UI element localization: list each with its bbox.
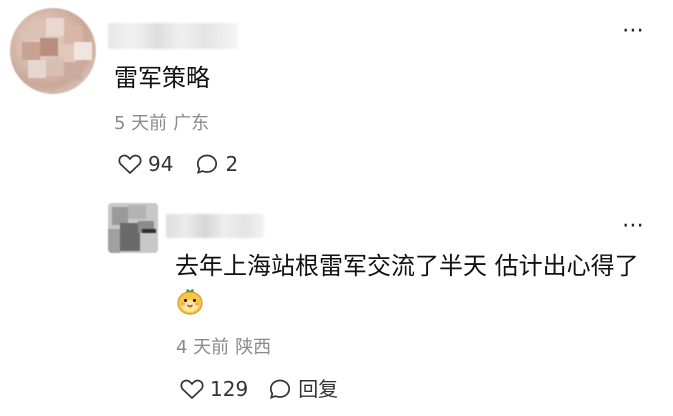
comment-bubble-icon [195, 153, 219, 175]
heart-icon [180, 378, 204, 400]
reply-like-count: 129 [210, 377, 249, 401]
reply-actions: 129 回复 [180, 375, 338, 403]
comment-time: 5 天前 [114, 113, 168, 134]
comment-meta: 5 天前 广东 [114, 113, 209, 135]
reply-meta: 4 天前 陕西 [176, 337, 271, 359]
reply-count: 2 [225, 152, 239, 176]
reply-button[interactable]: 2 [195, 151, 238, 177]
comment-actions: 94 2 [118, 150, 238, 178]
reply-like-button[interactable]: 129 [180, 376, 248, 402]
reply-location: 陕西 [235, 337, 272, 358]
comment-bubble-icon [268, 378, 292, 400]
reply-reply-button[interactable]: 回复 [268, 376, 338, 402]
reply-more-options-icon[interactable]: ⋯ [622, 215, 645, 237]
emoji-icon [175, 286, 205, 316]
reply-username-blurred[interactable] [166, 214, 264, 238]
comment-location: 广东 [173, 113, 210, 134]
heart-icon [118, 153, 142, 175]
avatar[interactable] [10, 8, 96, 94]
like-button[interactable]: 94 [118, 151, 173, 177]
like-count: 94 [148, 152, 174, 176]
more-options-icon[interactable]: ⋯ [622, 20, 645, 42]
username-blurred[interactable] [108, 23, 238, 49]
comment-text: 雷军策略 [114, 64, 210, 92]
reply-label: 回复 [298, 377, 339, 401]
reply-text: 去年上海站根雷军交流了半天 估计出心得了 [175, 252, 639, 280]
reply-time: 4 天前 [176, 337, 230, 358]
reply-avatar[interactable] [108, 203, 158, 253]
